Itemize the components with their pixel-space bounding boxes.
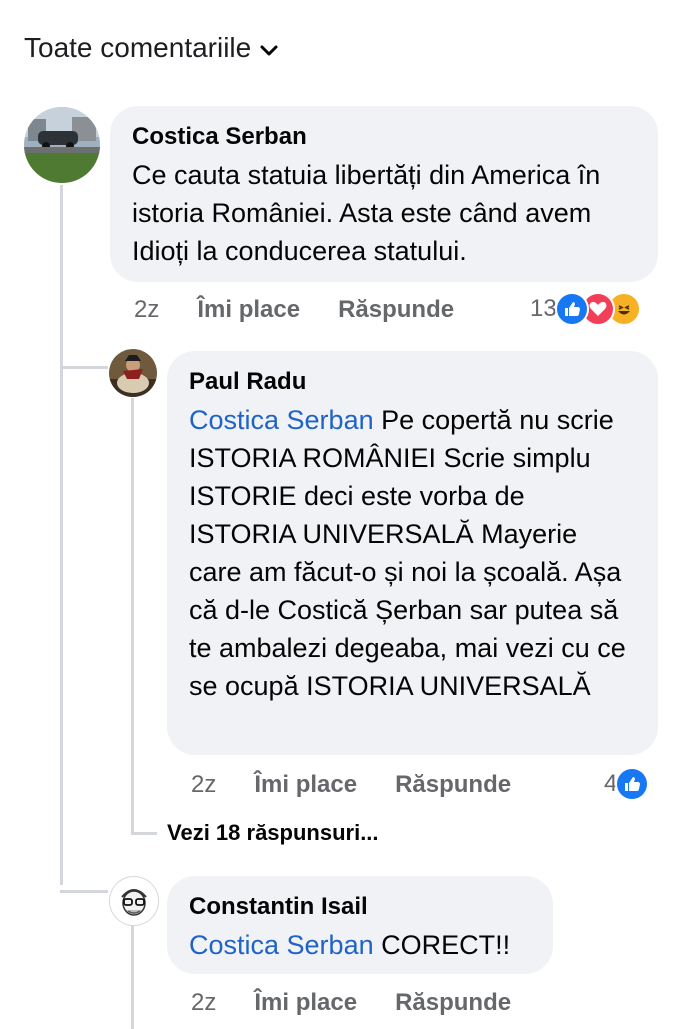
comment-time[interactable]: 2z	[191, 989, 216, 1017]
like-button[interactable]: Îmi place	[254, 989, 357, 1017]
like-button[interactable]: Îmi place	[197, 296, 300, 324]
comment-actions-1: 2z Îmi place Răspunde	[134, 296, 492, 324]
reply-button[interactable]: Răspunde	[338, 296, 454, 324]
thread-line-main	[60, 185, 63, 885]
reply-button[interactable]: Răspunde	[395, 989, 511, 1017]
comment-bubble-1: Costica Serban Ce cauta statuia libertăț…	[110, 106, 658, 282]
like-icon	[615, 767, 650, 801]
mention-link[interactable]: Costica Serban	[189, 930, 374, 960]
reaction-count: 13	[530, 295, 557, 322]
like-button[interactable]: Îmi place	[254, 771, 357, 799]
reaction-summary-2[interactable]: 4	[604, 767, 650, 801]
chevron-down-icon	[260, 45, 278, 56]
comment-time[interactable]: 2z	[134, 296, 159, 324]
comment-bubble-3: Constantin Isail Costica Serban CORECT!!	[167, 876, 553, 974]
comment-body: CORECT!!	[373, 930, 511, 960]
comment-text: Costica Serban Pe copertă nu scrie ISTOR…	[189, 401, 636, 705]
comment-text: Costica Serban CORECT!!	[189, 926, 531, 964]
thread-line-reply-2	[131, 920, 134, 1029]
reaction-summary-1[interactable]: 13	[530, 292, 641, 326]
like-icon	[554, 292, 589, 326]
thread-connector-reply-2	[60, 890, 108, 893]
avatar-photo-icon	[24, 107, 100, 183]
avatar-constantin-isail[interactable]	[109, 876, 159, 926]
comment-time[interactable]: 2z	[191, 771, 216, 799]
comment-text: Ce cauta statuia libertăți din America î…	[132, 160, 601, 266]
reply-button[interactable]: Răspunde	[395, 771, 511, 799]
comment-author[interactable]: Paul Radu	[189, 367, 636, 397]
comment-body: Pe copertă nu scrie ISTORIA ROMÂNIEI Scr…	[189, 405, 626, 701]
comment-author[interactable]: Costica Serban	[132, 122, 636, 152]
thread-connector-view-replies	[131, 832, 157, 835]
avatar-costica-serban[interactable]	[24, 107, 100, 183]
comment-actions-2: 2z Îmi place Răspunde	[191, 771, 549, 799]
comments-filter-label: Toate comentariile	[24, 32, 252, 63]
comment-bubble-2: Paul Radu Costica Serban Pe copertă nu s…	[167, 351, 658, 755]
thread-connector-reply-1	[60, 366, 108, 369]
avatar-cartoon-icon	[110, 877, 158, 925]
avatar-photo-icon	[109, 349, 157, 397]
thread-line-reply-1	[131, 398, 134, 834]
comment-author[interactable]: Constantin Isail	[189, 892, 531, 922]
mention-link[interactable]: Costica Serban	[189, 405, 374, 435]
view-more-replies-link[interactable]: Vezi 18 răspunsuri...	[167, 820, 379, 846]
avatar-paul-radu[interactable]	[109, 349, 157, 397]
comment-actions-3: 2z Îmi place Răspunde	[191, 989, 549, 1017]
comments-filter-dropdown[interactable]: Toate comentariile	[24, 32, 279, 64]
